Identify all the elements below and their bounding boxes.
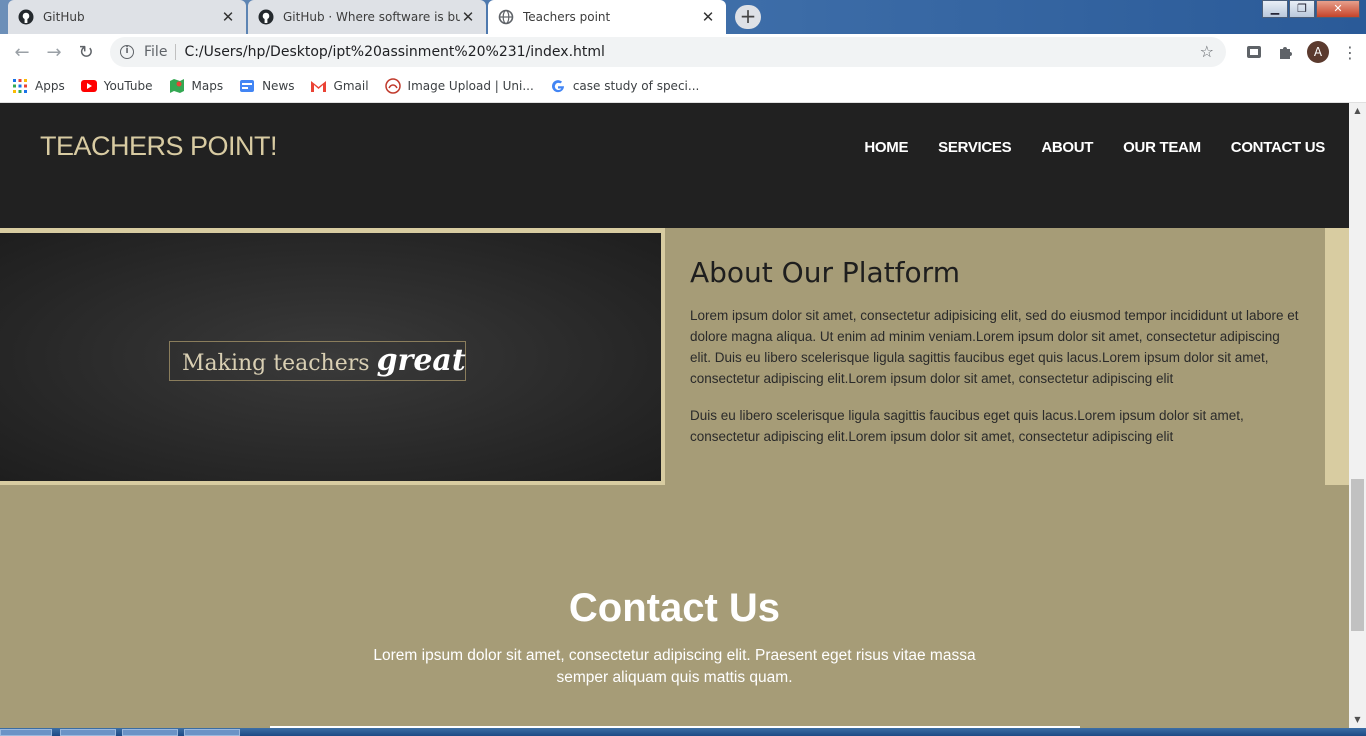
window-controls: ▁ ❐ ✕ — [1261, 0, 1360, 18]
arrow-right-icon: → — [46, 41, 62, 63]
nav-home[interactable]: HOME — [864, 139, 908, 156]
reload-button[interactable]: ↻ — [70, 36, 102, 68]
about-title: About Our Platform — [690, 256, 960, 289]
reload-icon: ↻ — [78, 41, 94, 63]
tab-title: Teachers point — [523, 10, 611, 24]
bookmark-star-icon[interactable]: ☆ — [1200, 42, 1214, 61]
gmail-icon — [311, 78, 327, 94]
youtube-icon — [80, 78, 97, 94]
contact-section: Contact Us Lorem ipsum dolor sit amet, c… — [0, 485, 1349, 728]
bookmark-news[interactable]: News — [239, 78, 295, 94]
tab-teachers-point[interactable]: Teachers point ✕ — [488, 0, 726, 34]
site-logo[interactable]: TEACHERS POINT! — [40, 131, 278, 162]
scrollbar-thumb[interactable] — [1351, 479, 1364, 631]
info-icon: i — [120, 45, 134, 59]
about-image-tagline: Making teachers great — [169, 341, 466, 381]
start-button[interactable] — [0, 729, 52, 736]
tagline-text: Making teachers — [182, 351, 370, 376]
bookmark-label: Apps — [35, 79, 65, 93]
maximize-button[interactable]: ❐ — [1289, 0, 1315, 18]
profile-avatar[interactable]: A — [1302, 38, 1334, 66]
about-paragraph-1: Lorem ipsum dolor sit amet, consectetur … — [690, 308, 1299, 386]
scroll-down-arrow-icon[interactable]: ▼ — [1349, 712, 1366, 728]
bookmark-label: News — [262, 79, 295, 93]
about-content: About Our Platform Lorem ipsum dolor sit… — [665, 228, 1325, 485]
address-bar[interactable]: i File C:/Users/hp/Desktop/ipt%20assinme… — [110, 37, 1226, 67]
nav-services[interactable]: SERVICES — [938, 139, 1011, 156]
nav-about[interactable]: ABOUT — [1041, 139, 1093, 156]
new-tab-button[interactable]: + — [735, 5, 761, 29]
about-section: Making teachers great About Our Platform… — [0, 228, 1349, 485]
arrow-left-icon: ← — [14, 41, 30, 63]
avatar: A — [1307, 41, 1329, 63]
close-window-button[interactable]: ✕ — [1316, 0, 1360, 18]
apps-grid-icon — [12, 78, 28, 94]
bookmark-label: Image Upload | Uni... — [407, 79, 534, 93]
close-tab-icon[interactable]: ✕ — [700, 9, 716, 25]
bookmark-label: Maps — [191, 79, 224, 93]
tab-title: GitHub — [43, 10, 85, 24]
google-icon — [550, 78, 566, 94]
forward-button[interactable]: → — [38, 36, 70, 68]
main-nav: HOME SERVICES ABOUT OUR TEAM CONTACT US — [834, 139, 1325, 156]
nav-our-team[interactable]: OUR TEAM — [1123, 139, 1201, 156]
tagline-script-text: great — [376, 343, 466, 378]
github-icon — [258, 9, 274, 25]
taskbar-item[interactable] — [122, 729, 178, 736]
about-image: Making teachers great — [0, 233, 661, 481]
bookmark-label: YouTube — [103, 79, 153, 93]
tab-github[interactable]: GitHub ✕ — [8, 0, 246, 34]
close-tab-icon[interactable]: ✕ — [460, 9, 476, 25]
tab-title: GitHub · Where software is built — [283, 10, 460, 24]
bookmark-gmail[interactable]: Gmail — [311, 78, 369, 94]
os-taskbar — [0, 728, 1366, 736]
bookmark-label: case study of speci... — [572, 79, 700, 93]
url-scheme-label: File — [144, 44, 168, 60]
contact-title: Contact Us — [568, 586, 781, 630]
maps-icon — [169, 78, 185, 94]
back-button[interactable]: ← — [6, 36, 38, 68]
bookmark-image-upload[interactable]: Image Upload | Uni... — [384, 78, 534, 94]
scroll-up-arrow-icon[interactable]: ▲ — [1349, 103, 1366, 119]
image-upload-icon — [384, 78, 401, 94]
bookmark-apps[interactable]: Apps — [12, 78, 65, 94]
site-header: TEACHERS POINT! HOME SERVICES ABOUT OUR … — [0, 103, 1349, 228]
divider — [175, 44, 177, 60]
news-icon — [239, 78, 255, 94]
minimize-button[interactable]: ▁ — [1262, 0, 1288, 18]
menu-icon[interactable]: ⋮ — [1334, 38, 1366, 66]
extension-icon[interactable] — [1238, 38, 1270, 66]
bookmarks-bar: Apps YouTube Maps News Gmail Image Uploa… — [0, 70, 1366, 103]
browser-toolbar: ← → ↻ i File C:/Users/hp/Desktop/ipt%20a… — [0, 34, 1366, 70]
browser-tab-strip: GitHub ✕ GitHub · Where software is buil… — [0, 0, 1366, 34]
taskbar-item[interactable] — [184, 729, 240, 736]
bookmark-youtube[interactable]: YouTube — [80, 78, 153, 94]
about-paragraph-2: Duis eu libero scelerisque ligula sagitt… — [690, 408, 1244, 444]
github-icon — [18, 9, 34, 25]
bookmark-case-study[interactable]: case study of speci... — [550, 78, 700, 94]
web-page: TEACHERS POINT! HOME SERVICES ABOUT OUR … — [0, 103, 1349, 728]
globe-icon — [498, 9, 514, 25]
tab-github-home[interactable]: GitHub · Where software is built ✕ — [248, 0, 486, 34]
taskbar-item[interactable] — [60, 729, 116, 736]
contact-text: Lorem ipsum dolor sit amet, consectetur … — [373, 647, 976, 686]
url-text[interactable]: C:/Users/hp/Desktop/ipt%20assinment%20%2… — [184, 44, 605, 60]
bookmark-maps[interactable]: Maps — [169, 78, 224, 94]
close-tab-icon[interactable]: ✕ — [220, 9, 236, 25]
puzzle-icon[interactable] — [1270, 38, 1302, 66]
nav-contact-us[interactable]: CONTACT US — [1231, 139, 1326, 156]
page-scrollbar[interactable]: ▲ ▼ — [1349, 103, 1366, 728]
bookmark-label: Gmail — [333, 79, 369, 93]
